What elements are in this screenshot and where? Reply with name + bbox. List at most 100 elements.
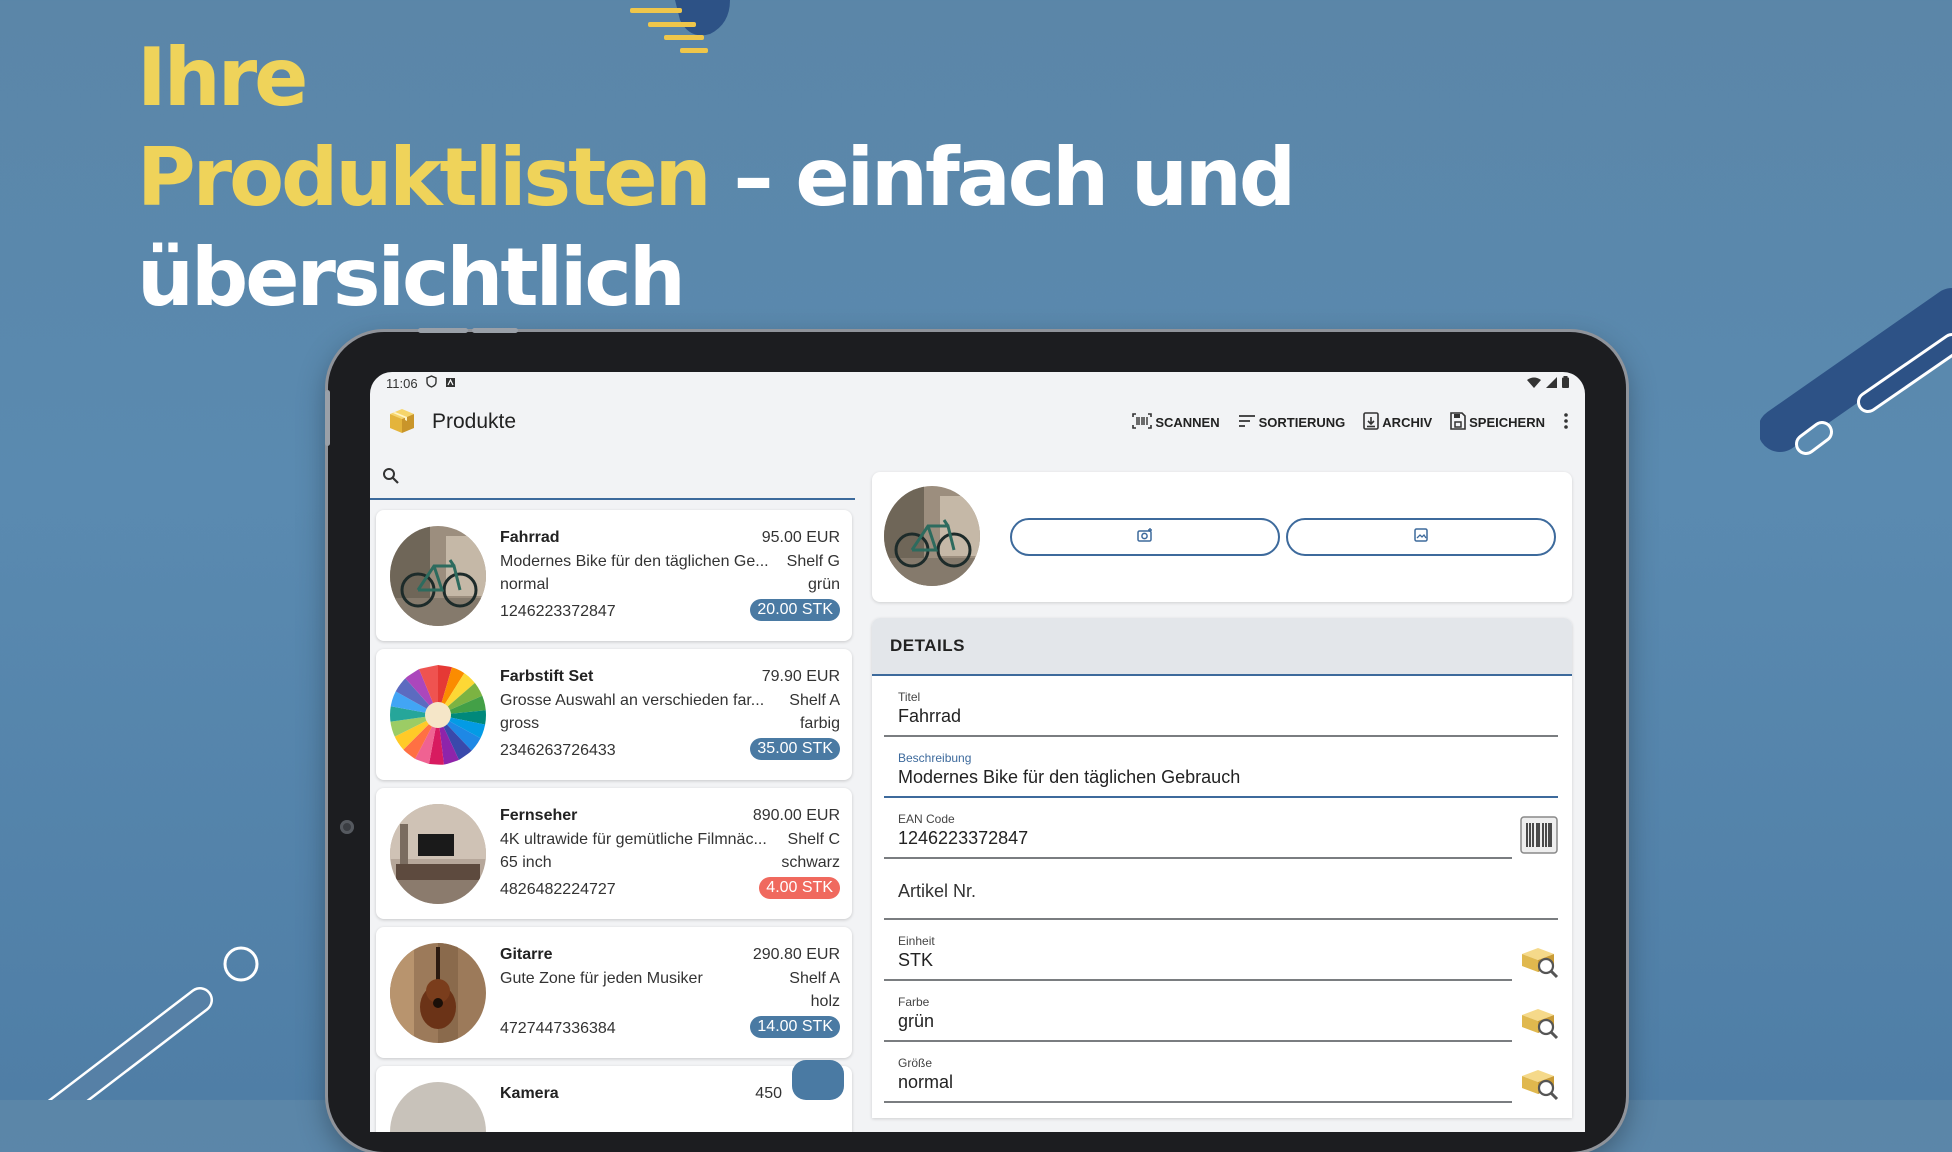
product-card-fahrrad[interactable]: Fahrrad Modernes Bike für den täglichen …: [376, 510, 852, 641]
product-price: 890.00 EUR: [752, 807, 840, 824]
barcode-scan-field-icon[interactable]: [1518, 814, 1560, 856]
product-name: Farbstift Set: [500, 668, 594, 685]
product-color: schwarz: [781, 854, 840, 871]
save-button[interactable]: SPEICHERN: [1450, 411, 1545, 433]
size-field[interactable]: Größe normal: [884, 1042, 1512, 1103]
product-image-tv: [390, 804, 486, 904]
app-bar: Produkte SCANNEN SORTIERUNG ARCHIV SPEIC…: [370, 394, 1585, 450]
unit-value: STK: [898, 950, 934, 970]
product-image-card: [872, 472, 1572, 602]
product-image-guitar: [390, 943, 486, 1043]
search-icon: [382, 467, 400, 490]
add-photo-camera-icon: [1137, 527, 1153, 547]
product-ean: 4826482224727: [500, 880, 616, 898]
product-price: 450: [755, 1085, 782, 1102]
product-card-fernseher[interactable]: Fernseher 4K ultrawide für gemütliche Fi…: [376, 788, 852, 919]
signal-icon: [1546, 376, 1557, 391]
color-field[interactable]: Farbe grün: [884, 981, 1512, 1042]
notification-icon: [445, 376, 456, 391]
product-size: [500, 990, 780, 1014]
headline: Ihre Produktlisten – einfach und übersic…: [137, 28, 1296, 328]
stock-badge-low: 4.00 STK: [759, 876, 840, 899]
status-time: 11:06: [386, 375, 418, 391]
choose-image-button[interactable]: [1286, 518, 1556, 556]
tablet-side-button: [325, 390, 330, 446]
article-number-placeholder: Artikel Nr.: [898, 881, 977, 901]
product-shelf: Shelf G: [786, 552, 840, 570]
gallery-image-icon: [1413, 527, 1429, 547]
product-image-camera: [390, 1082, 486, 1132]
app-title: Produkte: [432, 410, 517, 433]
product-size: gross: [500, 715, 540, 732]
sort-button[interactable]: SORTIERUNG: [1238, 414, 1346, 431]
headline-line-3: übersichtlich: [137, 231, 686, 324]
more-menu-button[interactable]: [1563, 412, 1569, 433]
title-field[interactable]: Titel Fahrrad: [884, 676, 1558, 737]
product-price: 95.00 EUR: [761, 529, 840, 546]
description-value: Modernes Bike für den täglichen Gebrauch: [898, 767, 1241, 787]
ean-code-label: EAN Code: [898, 812, 955, 826]
product-card-kamera[interactable]: Kamera 450: [376, 1060, 852, 1132]
product-card-farbstift-set[interactable]: Farbstift Set Grosse Auswahl an verschie…: [376, 649, 852, 780]
decor-bottom-left-shape: [47, 946, 259, 1100]
sort-label: SORTIERUNG: [1258, 414, 1346, 430]
add-product-fab[interactable]: [792, 1060, 844, 1100]
product-description: Grosse Auswahl an verschieden far...: [500, 691, 765, 709]
ean-code-field[interactable]: EAN Code 1246223372847: [884, 798, 1512, 859]
sort-icon: [1238, 414, 1256, 431]
product-image-pencils: [390, 665, 486, 765]
product-ean: 4727447336384: [500, 1019, 616, 1037]
product-color: farbig: [799, 715, 840, 732]
title-label: Titel: [898, 690, 921, 704]
color-label: Farbe: [898, 995, 930, 1009]
product-shelf: Shelf C: [787, 830, 840, 848]
color-lookup-icon[interactable]: [1518, 999, 1560, 1041]
size-lookup-icon[interactable]: [1518, 1060, 1560, 1102]
product-name: Kamera: [500, 1085, 559, 1102]
shield-icon: [425, 375, 437, 391]
stock-badge: 14.00 STK: [750, 1015, 840, 1038]
decor-right-shape: [1760, 288, 1952, 455]
product-shelf: Shelf A: [789, 691, 840, 709]
save-label: SPEICHERN: [1469, 414, 1545, 430]
product-name: Gitarre: [500, 946, 553, 963]
product-color: grün: [807, 576, 840, 593]
status-bar: 11:06: [370, 372, 1585, 394]
product-name: Fernseher: [500, 807, 578, 824]
unit-label: Einheit: [898, 934, 935, 948]
archive-button[interactable]: ARCHIV: [1363, 411, 1432, 433]
barcode-scan-icon: [1132, 412, 1153, 432]
tablet-camera: [340, 820, 354, 834]
product-name: Fahrrad: [500, 529, 560, 546]
product-card-gitarre[interactable]: Gitarre Gute Zone für jeden Musiker 4727…: [376, 927, 852, 1058]
title-value: Fahrrad: [898, 706, 962, 726]
product-image-bicycle: [390, 526, 486, 626]
description-field[interactable]: Beschreibung Modernes Bike für den tägli…: [884, 737, 1558, 798]
stock-badge: 20.00 STK: [750, 598, 840, 621]
ean-code-value: 1246223372847: [898, 828, 1029, 848]
product-ean: 2346263726433: [500, 741, 616, 759]
product-list-pane: Fahrrad Modernes Bike für den täglichen …: [370, 458, 855, 1132]
product-description: Gute Zone für jeden Musiker: [500, 969, 703, 987]
product-price: 290.80 EUR: [752, 946, 840, 963]
article-number-field[interactable]: Artikel Nr.: [884, 859, 1558, 920]
unit-lookup-icon[interactable]: [1518, 938, 1560, 980]
color-value: grün: [898, 1011, 935, 1031]
product-size: 65 inch: [500, 854, 552, 871]
details-header: DETAILS: [872, 618, 1572, 676]
more-vert-icon: [1563, 412, 1569, 433]
product-ean: 1246223372847: [500, 602, 616, 620]
tablet-power-button: [472, 328, 518, 333]
product-size: normal: [500, 576, 549, 593]
product-detail-pane: DETAILS Titel Fahrrad Beschreibung Moder…: [872, 472, 1572, 1118]
decor-top-shape: [630, 0, 730, 53]
product-price: 79.90 EUR: [761, 668, 840, 685]
product-color: holz: [810, 993, 840, 1010]
unit-field[interactable]: Einheit STK: [884, 920, 1512, 981]
app-screen: 11:06 Produkte SCANNEN SORTIERUNG ARCHIV…: [370, 372, 1585, 1132]
take-photo-button[interactable]: [1010, 518, 1280, 556]
scan-button[interactable]: SCANNEN: [1132, 412, 1220, 432]
detail-image-bicycle: [884, 486, 980, 586]
product-description: 4K ultrawide für gemütliche Filmnäc...: [500, 830, 767, 848]
search-field[interactable]: [370, 458, 855, 500]
